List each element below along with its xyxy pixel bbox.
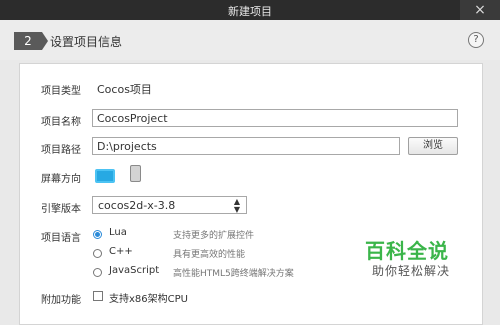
updown-arrows-icon: ▲ ▼ [233, 197, 240, 214]
radio-lua-desc: 支持更多的扩展控件 [173, 231, 255, 241]
project-settings-panel: 项目类型 Cocos项目 项目名称 CocosProject 项目路径 D:\p… [19, 63, 483, 325]
browse-button[interactable]: 浏览 [408, 137, 458, 155]
radio-cpp-label: C++ [109, 246, 133, 257]
project-type-label: 项目类型 [41, 86, 81, 97]
extra-features-label: 附加功能 [41, 295, 81, 306]
engine-version-select[interactable]: cocos2d-x-3.8 ▲ ▼ [92, 196, 247, 214]
step-header: 2 设置项目信息 ? [0, 20, 500, 60]
close-icon[interactable]: × [460, 0, 500, 20]
x86-checkbox[interactable] [93, 291, 103, 301]
engine-version-value: cocos2d-x-3.8 [98, 199, 176, 212]
portrait-orientation-icon[interactable] [130, 165, 141, 182]
watermark-logo: 百科全说 [365, 239, 449, 263]
radio-javascript-desc: 高性能HTML5跨终端解决方案 [173, 269, 294, 279]
step-number-badge: 2 [14, 32, 48, 50]
project-path-label: 项目路径 [41, 145, 81, 156]
landscape-orientation-icon[interactable] [95, 169, 115, 183]
language-label: 项目语言 [41, 233, 81, 244]
orientation-label: 屏幕方向 [41, 174, 81, 185]
window-titlebar: 新建项目 × [0, 0, 500, 20]
project-type-value: Cocos项目 [97, 83, 152, 96]
radio-lua-label: Lua [109, 227, 127, 238]
x86-checkbox-label: 支持x86架构CPU [109, 294, 188, 305]
radio-javascript-label: JavaScript [109, 265, 160, 276]
project-name-field[interactable]: CocosProject [92, 109, 458, 127]
radio-lua[interactable] [93, 230, 102, 239]
radio-cpp-desc: 具有更高效的性能 [173, 250, 246, 260]
radio-javascript[interactable] [93, 268, 102, 277]
project-name-label: 项目名称 [41, 117, 81, 128]
project-path-field[interactable]: D:\projects [92, 137, 400, 155]
engine-version-label: 引擎版本 [41, 204, 81, 215]
window-title: 新建项目 [228, 5, 272, 18]
help-icon[interactable]: ? [468, 32, 484, 48]
watermark-tagline: 助你轻松解决 [372, 264, 451, 278]
step-title: 设置项目信息 [50, 35, 123, 49]
radio-cpp[interactable] [93, 249, 102, 258]
